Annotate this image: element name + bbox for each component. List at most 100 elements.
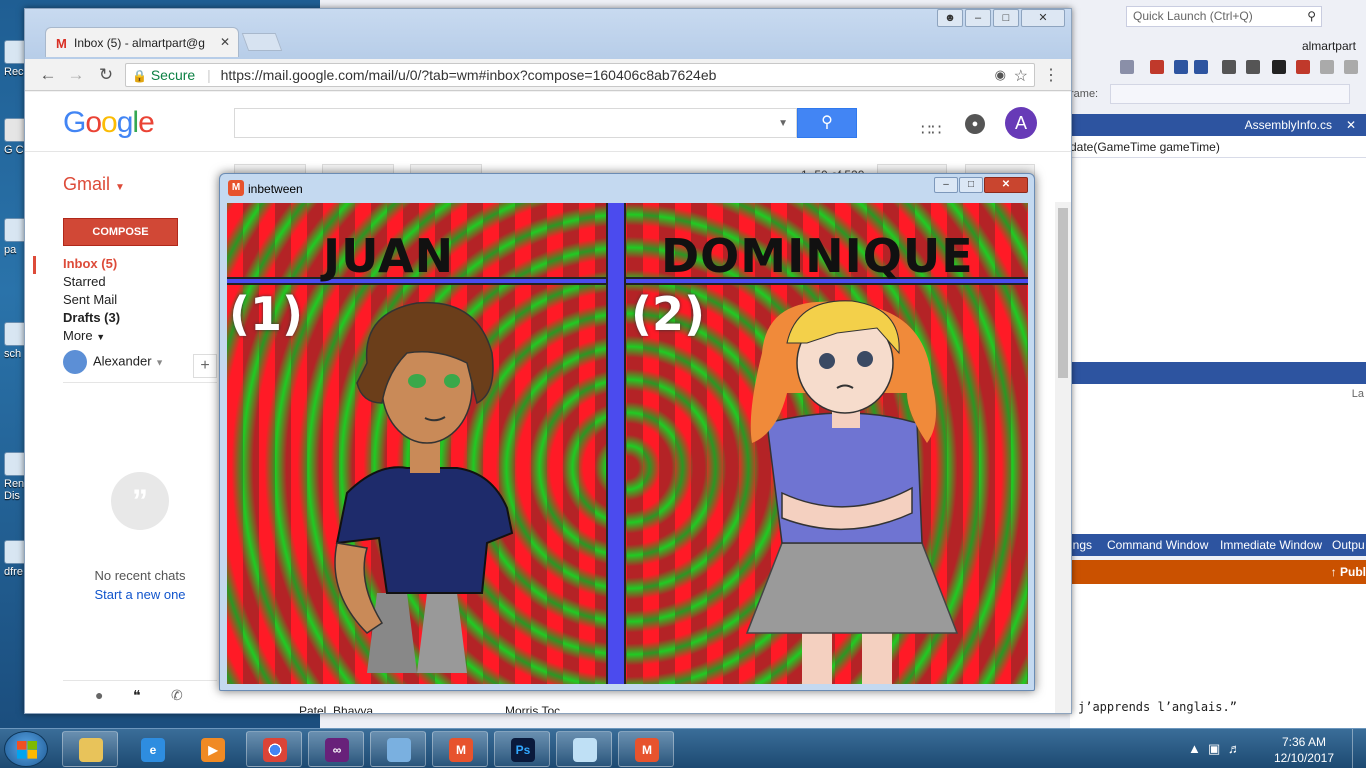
nav-more[interactable]: More ▼	[63, 328, 233, 346]
taskbar-paint[interactable]	[370, 731, 426, 767]
row-sender: Patel, Bhavya	[299, 704, 374, 714]
scrollbar-thumb[interactable]	[1058, 208, 1068, 378]
doc-tab-assemblyinfo[interactable]: AssemblyInfo.cs ✕	[1070, 114, 1366, 136]
compose-button[interactable]: COMPOSE	[63, 218, 178, 246]
close-button[interactable]: ✕	[984, 177, 1028, 193]
windows-logo-icon	[17, 741, 37, 759]
member-dropdown[interactable]: date(GameTime gameTime)	[1070, 136, 1366, 158]
maximize-button[interactable]: □	[959, 177, 983, 193]
taskbar-chrome[interactable]	[246, 731, 302, 767]
tab-command-window[interactable]: Command Window	[1107, 538, 1208, 552]
volume-icon[interactable]: ♬	[1228, 741, 1241, 756]
notifications-icon[interactable]: ●	[965, 114, 985, 134]
player1-name: JUAN	[323, 229, 455, 283]
frame-combo[interactable]	[1110, 84, 1350, 104]
taskbar-photoshop[interactable]: Ps	[494, 731, 550, 767]
close-tab-icon[interactable]: ✕	[220, 35, 230, 49]
address-bar[interactable]: 🔒 Secure | https://mail.google.com/mail/…	[125, 63, 1035, 87]
start-button[interactable]	[4, 731, 48, 767]
search-input[interactable]: ▼	[234, 108, 797, 138]
minimize-button[interactable]: –	[965, 9, 991, 27]
extension-icon[interactable]: ◉	[995, 67, 1006, 83]
profile-icon[interactable]: ☻	[937, 9, 963, 27]
nav-inbox[interactable]: Inbox (5)	[63, 256, 233, 274]
toolbar-btn-icon[interactable]	[1194, 60, 1208, 74]
taskbar-explorer[interactable]	[62, 731, 118, 767]
contacts-icon[interactable]: ●	[95, 687, 103, 703]
frame-label: rame:	[1070, 88, 1099, 100]
nav-drafts[interactable]: Drafts (3)	[63, 310, 233, 328]
panel-header	[1070, 362, 1366, 384]
tool-window-tabs: ings Command Window Immediate Window Out…	[1070, 534, 1366, 556]
show-hidden-icons-icon[interactable]: ▲	[1188, 741, 1201, 756]
chrome-menu-icon[interactable]: ⋮	[1043, 65, 1059, 85]
toolbar-btn-icon[interactable]	[1174, 60, 1188, 74]
chevron-down-icon: ▼	[115, 182, 125, 193]
window-controls: – □ ✕	[933, 176, 1028, 193]
show-desktop-button[interactable]	[1352, 729, 1366, 768]
tab-title: Inbox (5) - almartpart@g	[74, 36, 205, 50]
game-canvas[interactable]: JUAN DOMINIQUE (1) (2)	[227, 203, 1028, 684]
taskbar-monogame-1[interactable]: M	[432, 731, 488, 767]
minimize-button[interactable]: –	[934, 177, 958, 193]
toolbar-btn-icon[interactable]	[1296, 60, 1310, 74]
bookmark-icon[interactable]	[1272, 60, 1286, 74]
new-chat-button[interactable]: +	[193, 354, 217, 378]
account-avatar[interactable]: A	[1005, 107, 1037, 139]
taskbar-media-player[interactable]: ▶	[184, 731, 240, 767]
reload-icon[interactable]: ↻	[95, 65, 117, 85]
desktop-icon-label: dfre	[4, 566, 23, 578]
apps-grid-icon[interactable]: ∷∷	[921, 120, 941, 140]
forward-icon[interactable]: →	[65, 65, 87, 85]
quick-launch-input[interactable]: Quick Launch (Ctrl+Q) ⚲	[1126, 6, 1322, 27]
clock-date: 12/10/2017	[1273, 751, 1334, 765]
close-button[interactable]: ✕	[1021, 9, 1065, 27]
tab-gmail-inbox[interactable]: M Inbox (5) - almartpart@g ✕	[45, 27, 239, 57]
nav-starred[interactable]: Starred	[63, 274, 233, 292]
output-text: j’apprends l’anglais.”	[1078, 700, 1237, 714]
active-indicator	[33, 256, 36, 274]
taskbar-notepad[interactable]	[556, 731, 612, 767]
player2-number: (2)	[631, 287, 706, 341]
publish-button[interactable]: ↑ Publ	[1331, 565, 1366, 579]
toolbar-btn-icon[interactable]	[1246, 60, 1260, 74]
nav-sent-mail[interactable]: Sent Mail	[63, 292, 233, 310]
taskbar-visual-studio[interactable]: ∞	[308, 731, 364, 767]
chevron-down-icon[interactable]: ▼	[778, 118, 788, 129]
monogame-icon: M	[449, 738, 473, 762]
gmail-favicon-icon: M	[56, 36, 67, 51]
network-icon[interactable]: ▣	[1208, 741, 1220, 757]
toolbar-btn-icon[interactable]	[1222, 60, 1236, 74]
tab-immediate-window[interactable]: Immediate Window	[1220, 538, 1322, 552]
toolbar-btn-icon[interactable]	[1120, 60, 1134, 74]
new-tab-button[interactable]	[241, 33, 283, 51]
vs-user-name[interactable]: almartpart	[1302, 39, 1356, 53]
taskbar-ie[interactable]: e	[124, 731, 180, 767]
search-icon: ⚲	[821, 114, 833, 131]
tab-output[interactable]: Outpu	[1332, 538, 1365, 552]
url-text: https://mail.google.com/mail/u/0/?tab=wm…	[220, 67, 717, 83]
game-window-title: inbetween	[248, 182, 303, 196]
tab-settings[interactable]: ings	[1070, 538, 1092, 552]
clock[interactable]: 7:36 AM 12/10/2017	[1274, 734, 1334, 766]
hangouts-icon[interactable]: ❝	[133, 687, 141, 704]
window-controls: ☻ – □ ✕	[935, 9, 1065, 29]
toolbar-btn-icon[interactable]	[1344, 60, 1358, 74]
google-logo[interactable]: Google	[63, 106, 155, 140]
search-button[interactable]: ⚲	[797, 108, 857, 138]
gmail-brand-menu[interactable]: Gmail ▼	[63, 174, 125, 195]
back-icon[interactable]: ←	[37, 65, 59, 85]
toolbar-btn-icon[interactable]	[1150, 60, 1164, 74]
maximize-button[interactable]: □	[993, 9, 1019, 27]
taskbar-monogame-2[interactable]: M	[618, 731, 674, 767]
close-icon[interactable]: ✕	[1346, 118, 1356, 132]
toolbar-btn-icon[interactable]	[1320, 60, 1334, 74]
start-chat-link[interactable]: Start a new one	[63, 587, 217, 602]
code-editor[interactable]	[1070, 158, 1366, 362]
hangouts-user[interactable]: Alexander ▼	[63, 350, 164, 374]
phone-icon[interactable]: ✆	[171, 687, 183, 704]
ie-icon: e	[141, 738, 165, 762]
toolbar: ← → ↻ 🔒 Secure | https://mail.google.com…	[25, 59, 1071, 91]
bookmark-star-icon[interactable]: ☆	[1014, 66, 1028, 86]
scrollbar[interactable]	[1055, 202, 1071, 713]
